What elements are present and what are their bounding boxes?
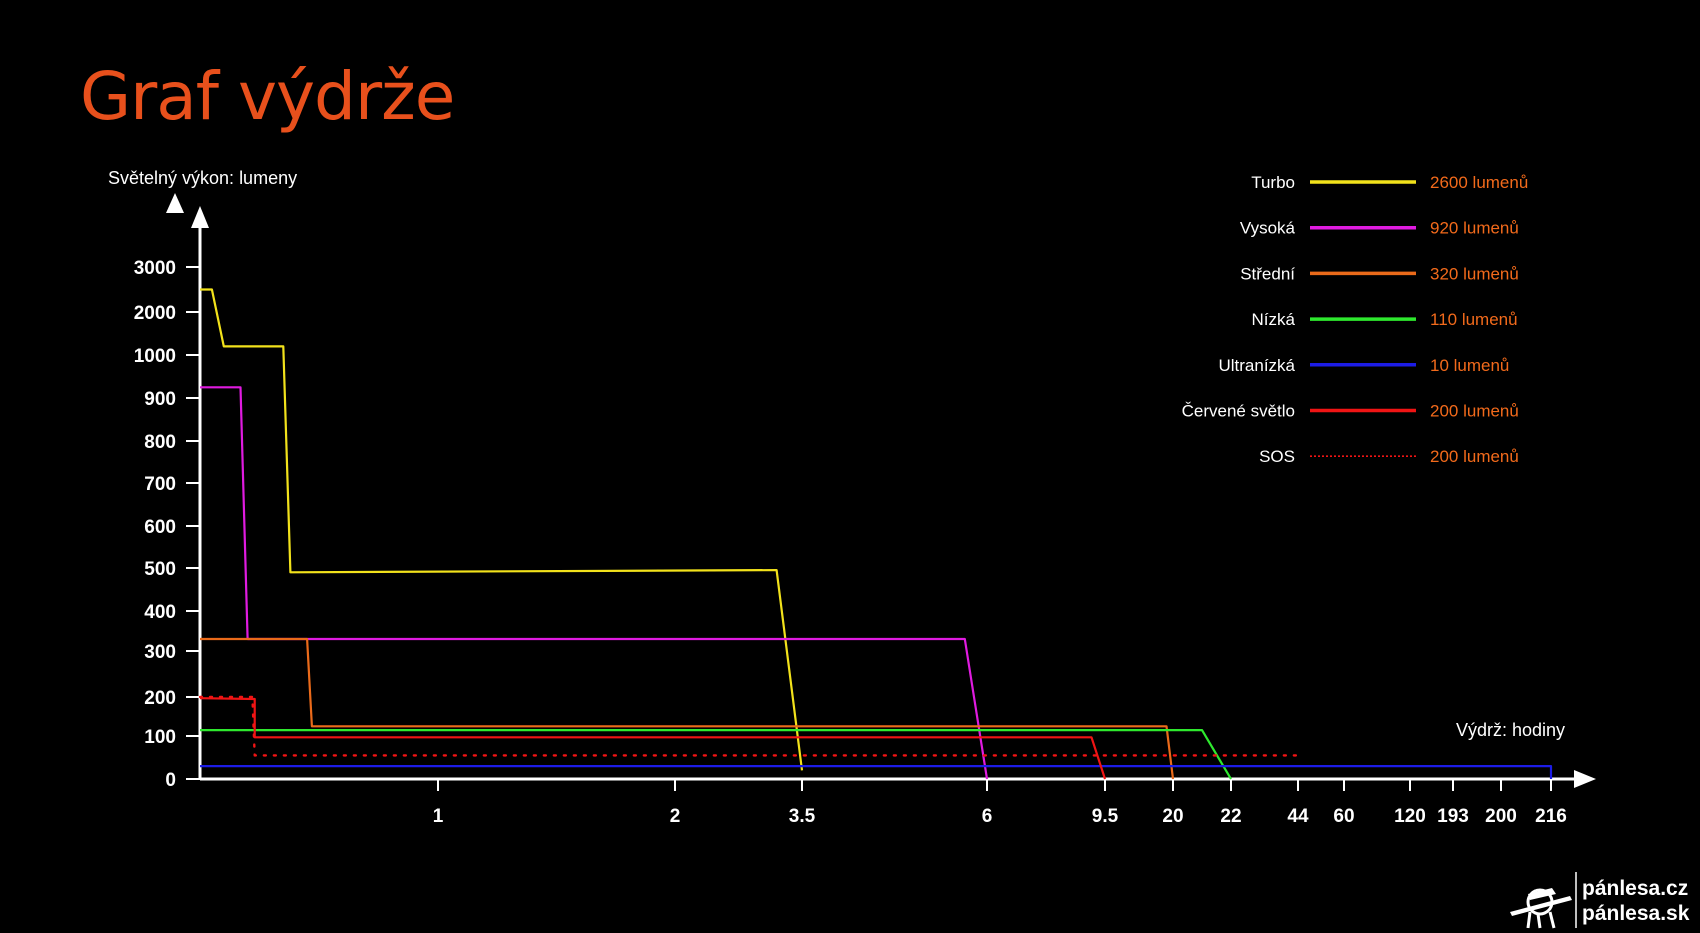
y-tick-label: 900 xyxy=(144,389,176,410)
legend-label-sos: SOS xyxy=(1259,447,1295,466)
x-tick-label: 1 xyxy=(433,806,444,827)
legend-label-turbo: Turbo xyxy=(1251,173,1295,192)
y-tick-label: 700 xyxy=(144,474,176,495)
legend-value-ultran-zk-: 10 lumenů xyxy=(1430,356,1509,375)
legend-label-n-zk-: Nízká xyxy=(1252,310,1296,329)
endurance-chart: Světelný výkon: lumeny Výdrž: hodiny 0 100 2… xyxy=(108,168,1596,827)
x-tick-label: 200 xyxy=(1485,806,1517,827)
y-tick-label: 100 xyxy=(144,727,176,748)
legend-value--erven-sv-tlo: 200 lumenů xyxy=(1430,402,1519,421)
legend-value-st-edn-: 320 lumenů xyxy=(1430,264,1519,283)
series-line-turbo xyxy=(200,288,804,771)
legend-label--erven-sv-tlo: Červené světlo xyxy=(1182,402,1295,421)
y-tick-label: 800 xyxy=(144,432,176,453)
series-line-st-edn- xyxy=(200,637,1175,780)
x-tick-label: 6 xyxy=(982,806,993,827)
y-label-arrow-icon xyxy=(166,193,184,213)
y-tick-label: 400 xyxy=(144,602,176,623)
legend-value-n-zk-: 110 lumenů xyxy=(1430,310,1518,329)
legend-label-st-edn-: Střední xyxy=(1240,264,1295,283)
watermark-cz[interactable]: pánlesa.cz xyxy=(1582,876,1689,901)
x-tick-label: 22 xyxy=(1220,806,1241,827)
x-tick-label: 9.5 xyxy=(1092,806,1119,827)
watermark-sk[interactable]: pánlesa.sk xyxy=(1582,901,1689,926)
y-tick-label: 1000 xyxy=(134,346,176,367)
series-line-sos xyxy=(198,695,1300,761)
y-tick-label: 0 xyxy=(165,770,176,791)
y-axis-arrow-icon xyxy=(191,206,209,228)
watermark: pánlesa.cz pánlesa.sk xyxy=(1582,876,1689,926)
legend-value-turbo: 2600 lumenů xyxy=(1430,173,1528,192)
y-tick-label: 200 xyxy=(144,688,176,709)
x-tick-label: 216 xyxy=(1535,806,1567,827)
x-tick-label: 120 xyxy=(1394,806,1426,827)
y-tick-label: 600 xyxy=(144,517,176,538)
legend-value-vysok-: 920 lumenů xyxy=(1430,219,1519,238)
legend-value-sos: 200 lumenů xyxy=(1430,447,1519,466)
x-tick-label: 3.5 xyxy=(789,806,816,827)
x-tick-label: 2 xyxy=(670,806,681,827)
x-tick-label: 60 xyxy=(1333,806,1354,827)
x-tick-label: 44 xyxy=(1287,806,1309,827)
y-tick-label: 500 xyxy=(144,559,176,580)
x-axis-arrow-icon xyxy=(1574,770,1596,788)
y-tick-label: 300 xyxy=(144,642,176,663)
x-tick-label: 193 xyxy=(1437,806,1469,827)
legend-label-ultran-zk-: Ultranízká xyxy=(1218,356,1295,375)
series-line-ultran-zk- xyxy=(200,764,1553,779)
x-tick-label: 20 xyxy=(1162,806,1183,827)
y-axis-label: Světelný výkon: lumeny xyxy=(108,168,297,188)
series-line-vysok- xyxy=(200,386,989,780)
y-tick-label: 2000 xyxy=(134,303,176,324)
legend-label-vysok-: Vysoká xyxy=(1240,219,1296,238)
y-tick-label: 3000 xyxy=(134,258,176,279)
x-axis-label: Výdrž: hodiny xyxy=(1456,720,1565,740)
